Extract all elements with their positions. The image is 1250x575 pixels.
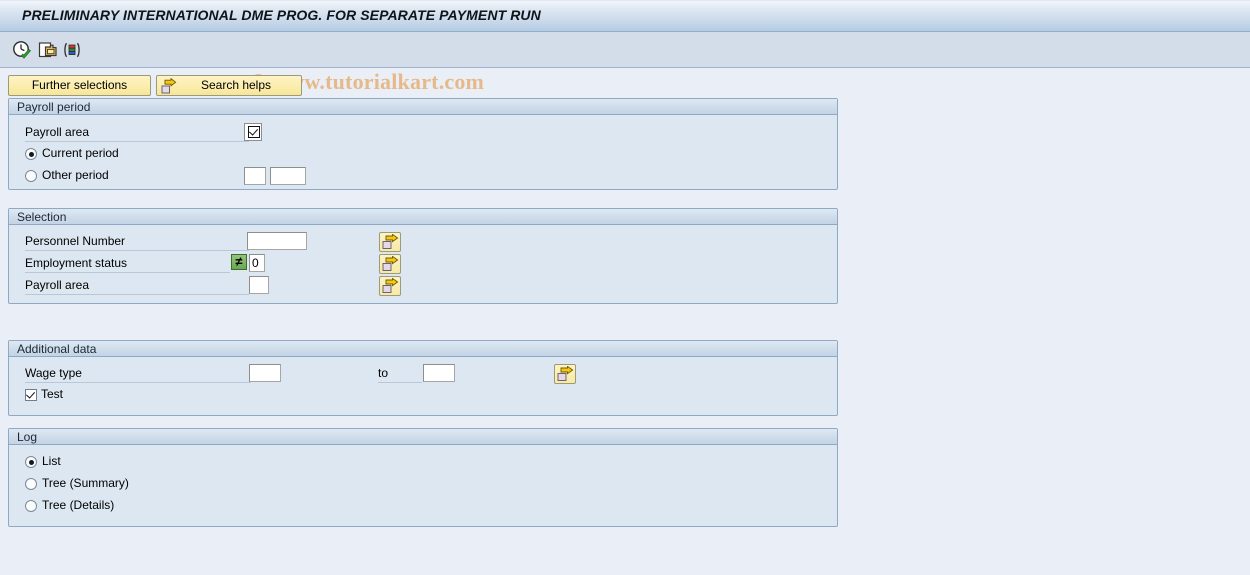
employment-status-input[interactable]: 0 <box>249 254 265 272</box>
log-tree-summary-label: Tree (Summary) <box>42 476 129 490</box>
color-bars-icon[interactable] <box>62 40 82 60</box>
current-period-label: Current period <box>42 146 119 160</box>
further-selections-button[interactable]: Further selections <box>8 75 151 96</box>
wage-type-from-input[interactable] <box>249 364 281 382</box>
radio-log-list[interactable] <box>25 456 37 468</box>
wage-type-to-input[interactable] <box>423 364 455 382</box>
page-title: PRELIMINARY INTERNATIONAL DME PROG. FOR … <box>22 7 541 23</box>
employment-status-leader-line <box>25 272 230 273</box>
selection-payroll-area-leader-line <box>25 294 249 295</box>
wage-type-multiple-selection-button[interactable] <box>554 364 576 384</box>
personnel-number-input[interactable] <box>247 232 307 250</box>
arrow-right-card-icon <box>161 77 177 94</box>
payroll-area-leader-line <box>25 141 249 142</box>
application-toolbar: © www.tutorialkart.com <box>0 32 1250 94</box>
selection-payroll-area-label: Payroll area <box>25 278 90 292</box>
group-additional-data: Additional data Wage type to Test <box>8 340 838 416</box>
wage-type-to-label: to <box>378 366 389 380</box>
personnel-number-label: Personnel Number <box>25 234 126 248</box>
group-log: Log List Tree (Summary) Tree (Details) <box>8 428 838 527</box>
search-helps-label: Search helps <box>200 78 272 92</box>
other-period-input-1[interactable] <box>244 167 266 185</box>
payroll-area-label: Payroll area <box>25 125 90 139</box>
log-tree-details-label: Tree (Details) <box>42 498 115 512</box>
personnel-number-leader-line <box>25 250 249 251</box>
search-helps-button[interactable]: Search helps <box>156 75 302 96</box>
test-checkbox[interactable] <box>25 389 37 401</box>
selection-payroll-area-input[interactable] <box>249 276 269 294</box>
other-period-label: Other period <box>42 168 109 182</box>
radio-log-tree-details[interactable] <box>25 500 37 512</box>
wage-type-label: Wage type <box>25 366 82 380</box>
personnel-number-multiple-selection-button[interactable] <box>379 232 401 252</box>
group-header-payroll-period: Payroll period <box>9 99 837 115</box>
wage-type-to-leader-line <box>378 382 422 383</box>
radio-log-tree-summary[interactable] <box>25 478 37 490</box>
employment-status-operator-not-equal-icon[interactable]: ≠ <box>231 254 247 270</box>
copy-variant-icon[interactable] <box>38 40 58 60</box>
wage-type-leader-line <box>25 382 251 383</box>
group-header-selection: Selection <box>9 209 837 225</box>
group-selection: Selection Personnel Number Employment st… <box>8 208 838 304</box>
group-header-additional-data: Additional data <box>9 341 837 357</box>
log-list-label: List <box>42 454 61 468</box>
radio-other-period[interactable] <box>25 170 37 182</box>
test-label: Test <box>41 387 64 401</box>
selection-payroll-area-multiple-selection-button[interactable] <box>379 276 401 296</box>
payroll-area-matchcode-button[interactable] <box>244 123 262 141</box>
group-header-log: Log <box>9 429 837 445</box>
window-title-bar: PRELIMINARY INTERNATIONAL DME PROG. FOR … <box>0 0 1250 32</box>
employment-status-multiple-selection-button[interactable] <box>379 254 401 274</box>
radio-current-period[interactable] <box>25 148 37 160</box>
group-payroll-period: Payroll period Payroll area Current peri… <box>8 98 838 190</box>
other-period-input-2[interactable] <box>270 167 306 185</box>
checked-box-icon <box>248 126 260 138</box>
execute-clock-icon[interactable] <box>12 40 32 60</box>
employment-status-label: Employment status <box>25 256 128 270</box>
